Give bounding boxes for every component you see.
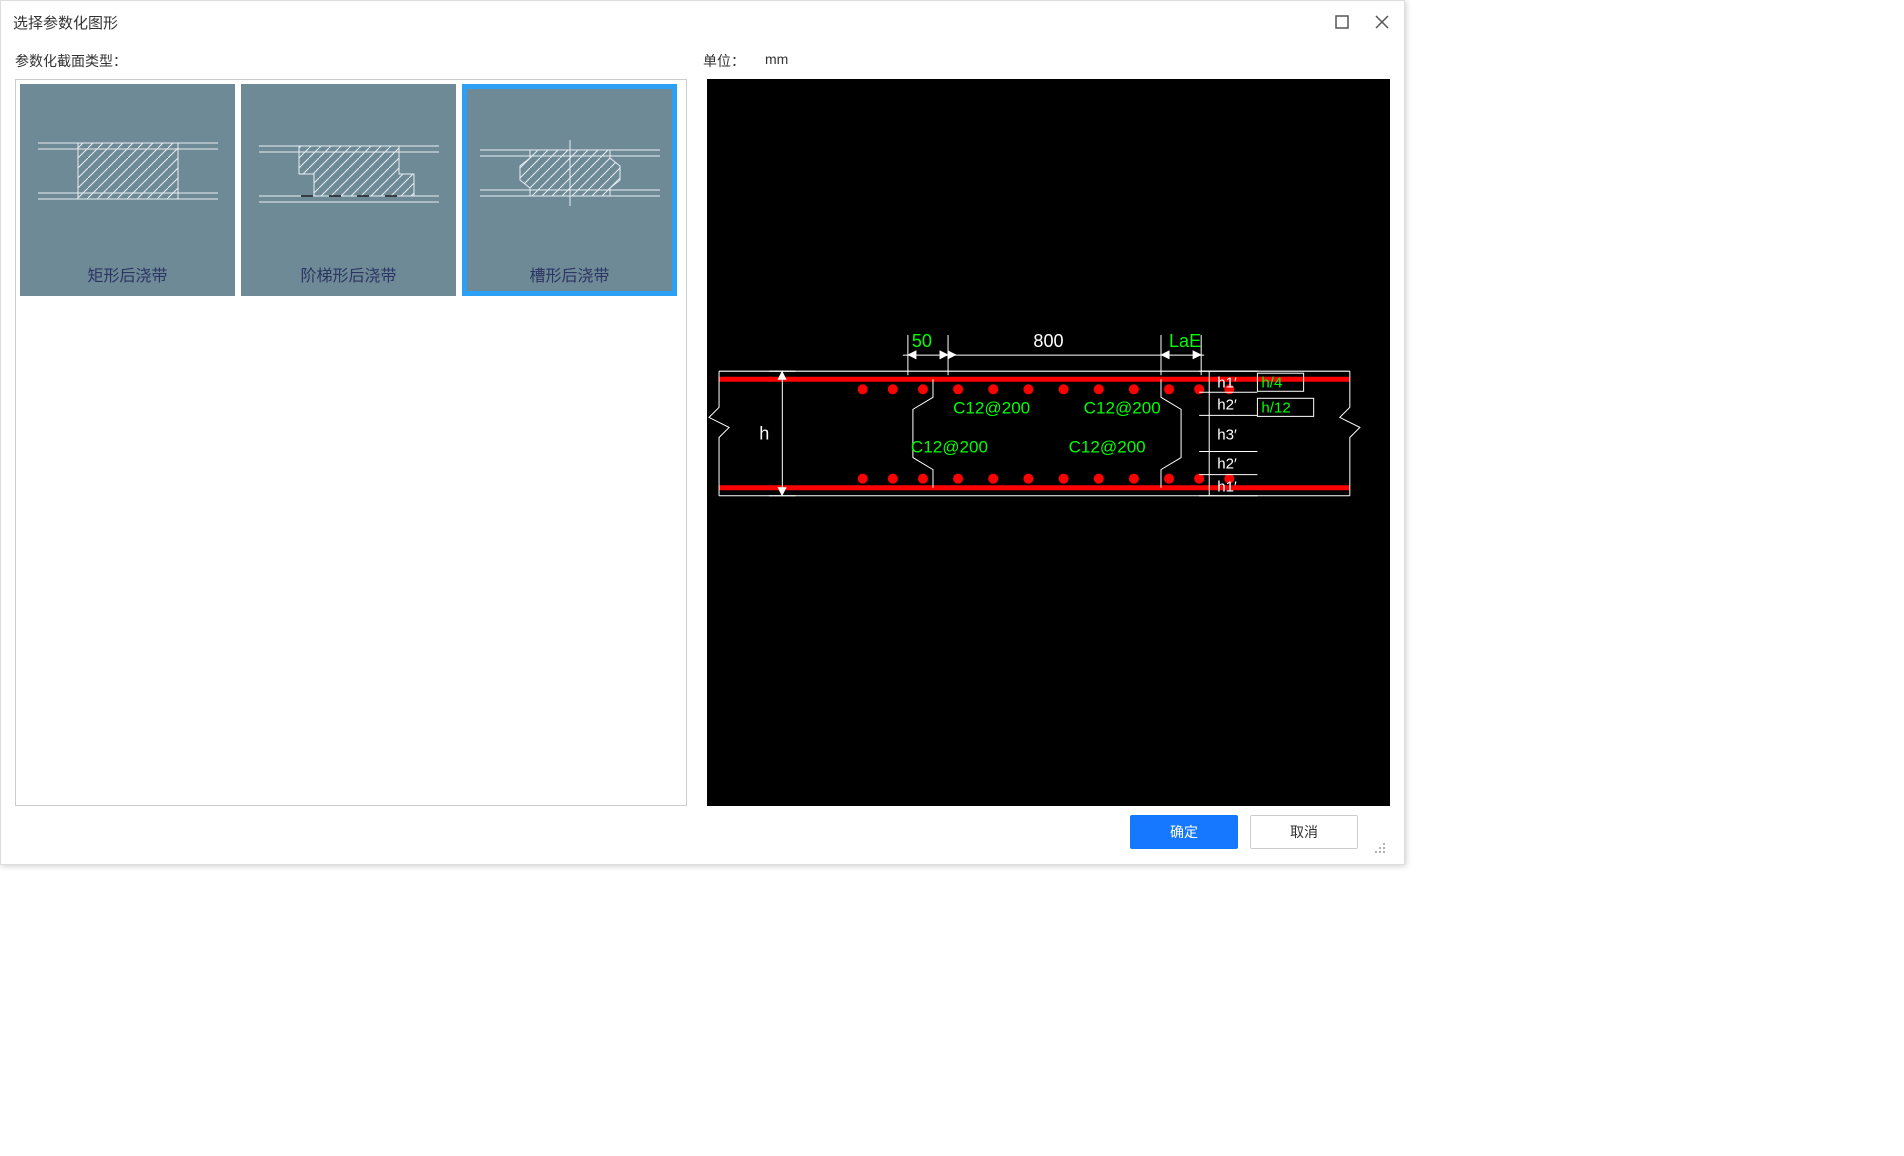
rebar-spec-br: C12@200	[1069, 438, 1146, 457]
section-option-preview	[241, 84, 456, 252]
dim-right-text: LaE	[1169, 331, 1201, 351]
section-option-label: 阶梯形后浇带	[241, 252, 456, 296]
section-option-label: 矩形后浇带	[20, 252, 235, 296]
param-h4[interactable]: h/4	[1261, 374, 1282, 391]
titlebar: 选择参数化图形	[1, 1, 1404, 43]
section-option-rect[interactable]: 矩形后浇带	[20, 84, 235, 296]
content-area: 矩形后浇带	[15, 79, 1390, 806]
rebar-spec-tr: C12@200	[1084, 398, 1161, 417]
resize-grip-icon[interactable]	[1370, 838, 1386, 854]
section-option-step[interactable]: 阶梯形后浇带	[241, 84, 456, 296]
maximize-button[interactable]	[1332, 12, 1352, 32]
cancel-button[interactable]: 取消	[1250, 815, 1358, 849]
section-option-preview	[20, 84, 235, 252]
parametric-shape-dialog: 选择参数化图形 参数化截面类型： 单位： mm	[0, 0, 1405, 865]
window-controls	[1332, 12, 1392, 32]
unit-label: 单位：	[703, 51, 745, 71]
top-labels: 参数化截面类型： 单位： mm	[15, 43, 1390, 79]
close-button[interactable]	[1372, 12, 1392, 32]
dialog-body: 参数化截面类型： 单位： mm	[1, 43, 1404, 864]
ok-button[interactable]: 确定	[1130, 815, 1238, 849]
dim-h1a: h1′	[1217, 374, 1237, 391]
dim-h2b: h2′	[1217, 456, 1237, 473]
dialog-title: 选择参数化图形	[13, 12, 118, 33]
rebar-spec-tl: C12@200	[953, 398, 1030, 417]
dim-mid-text: 800	[1033, 331, 1063, 351]
rebar-spec-bl: C12@200	[911, 438, 988, 457]
unit-value: mm	[765, 51, 788, 71]
dim-h-label: h	[759, 423, 769, 443]
dim-h2a: h2′	[1217, 396, 1237, 413]
dialog-footer: 确定 取消	[15, 806, 1390, 858]
dim-h1b: h1′	[1217, 479, 1237, 496]
section-option-label: 槽形后浇带	[462, 252, 677, 296]
preview-panel[interactable]: 50 800 LaE	[707, 79, 1390, 806]
section-options-panel: 矩形后浇带	[15, 79, 687, 806]
dim-h3: h3′	[1217, 426, 1237, 443]
section-option-groove[interactable]: 槽形后浇带	[462, 84, 677, 296]
unit-label-group: 单位： mm	[703, 51, 1390, 71]
param-h12[interactable]: h/12	[1261, 399, 1290, 416]
section-type-label: 参数化截面类型：	[15, 51, 703, 71]
dim-left-text: 50	[912, 331, 932, 351]
section-option-preview	[462, 84, 677, 252]
